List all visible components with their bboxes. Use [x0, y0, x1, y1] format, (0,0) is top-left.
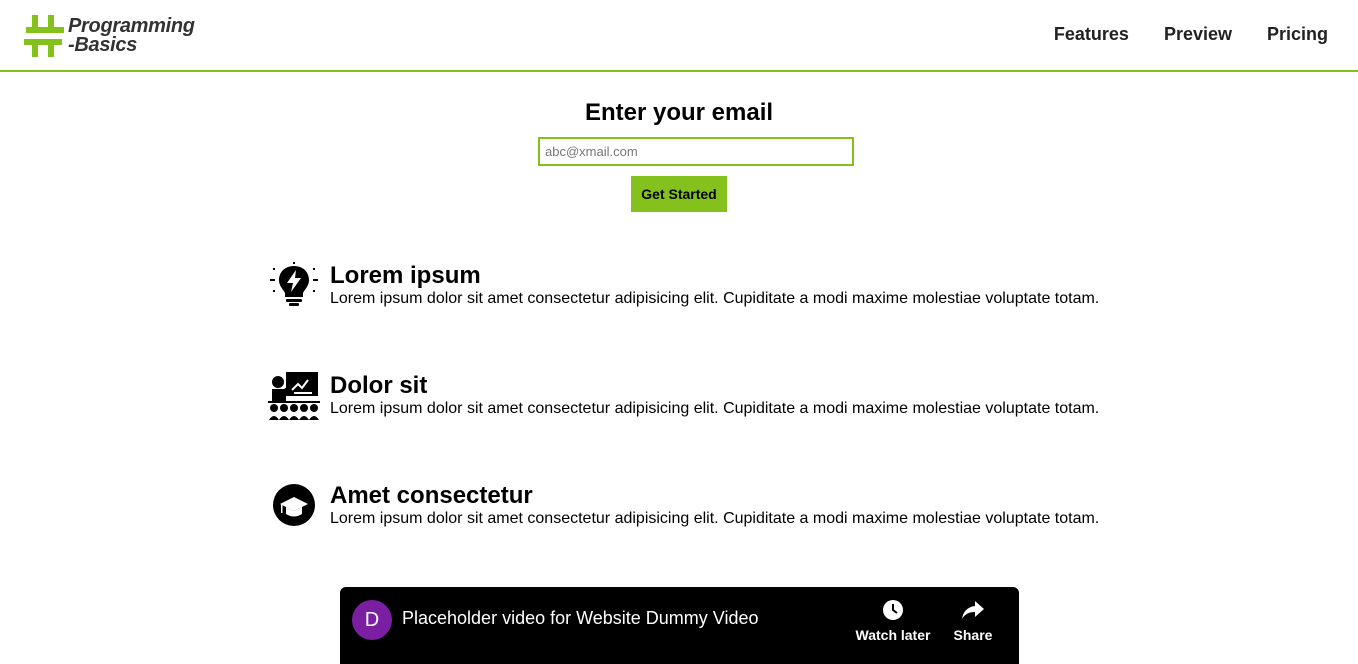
- share-button[interactable]: Share: [933, 599, 1013, 643]
- logo-text: Programming -Basics: [68, 16, 195, 56]
- clock-icon: [883, 600, 903, 620]
- signup-title: Enter your email: [584, 99, 774, 126]
- graduation-cap-icon: [268, 482, 320, 534]
- feature-title: Amet consectetur: [330, 482, 533, 509]
- watch-later-label: Watch later: [855, 627, 931, 643]
- share-label: Share: [953, 627, 993, 643]
- share-arrow-icon: [962, 601, 984, 619]
- feature-text: Lorem ipsum dolor sit amet consectetur a…: [330, 400, 1100, 417]
- feature-item: Lorem ipsum Lorem ipsum dolor sit amet c…: [268, 262, 1128, 322]
- logo-line-2: -Basics: [68, 34, 138, 56]
- feature-title: Lorem ipsum: [330, 262, 481, 289]
- nav-link-pricing[interactable]: Pricing: [1267, 24, 1328, 45]
- lightbulb-icon: [268, 262, 320, 314]
- get-started-button[interactable]: Get Started: [631, 176, 727, 212]
- site-header: Programming -Basics Features Preview Pri…: [0, 0, 1358, 72]
- feature-text: Lorem ipsum dolor sit amet consectetur a…: [330, 510, 1100, 527]
- feature-text: Lorem ipsum dolor sit amet consectetur a…: [330, 290, 1100, 307]
- feature-title: Dolor sit: [330, 372, 428, 399]
- video-embed[interactable]: D Placeholder video for Website Dummy Vi…: [340, 587, 1019, 664]
- classroom-icon: [268, 372, 320, 424]
- channel-avatar[interactable]: D: [352, 600, 392, 640]
- video-title[interactable]: Placeholder video for Website Dummy Vide…: [402, 608, 759, 629]
- feature-item: Amet consectetur Lorem ipsum dolor sit a…: [268, 482, 1128, 542]
- logo-mark-icon: [24, 15, 64, 57]
- nav-link-features[interactable]: Features: [1054, 24, 1129, 45]
- logo[interactable]: Programming -Basics: [24, 14, 224, 58]
- email-input[interactable]: [538, 137, 854, 166]
- main-nav: Features Preview Pricing: [1054, 24, 1328, 45]
- watch-later-button[interactable]: Watch later: [853, 599, 933, 643]
- feature-item: Dolor sit Lorem ipsum dolor sit amet con…: [268, 372, 1128, 432]
- nav-link-preview[interactable]: Preview: [1164, 24, 1232, 45]
